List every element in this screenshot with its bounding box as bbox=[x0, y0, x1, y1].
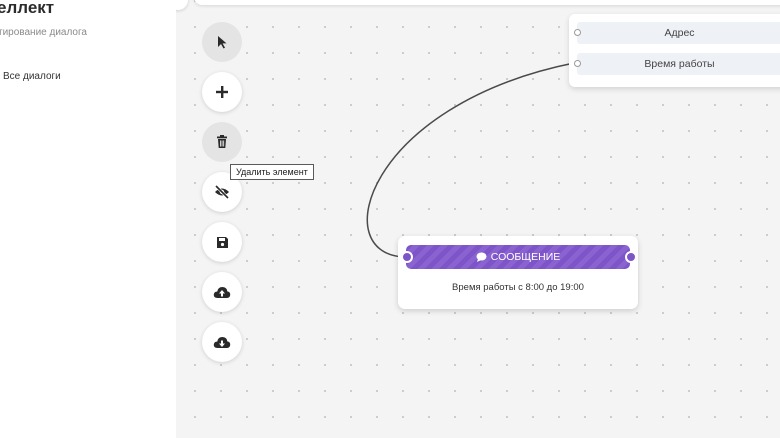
eye-slash-icon bbox=[214, 185, 230, 199]
field-port-address[interactable] bbox=[574, 29, 581, 36]
message-input-handle[interactable] bbox=[401, 251, 413, 263]
sidebar: еллект тирование диалога Все диалоги bbox=[0, 0, 176, 438]
top-panel bbox=[194, 0, 780, 5]
cursor-icon bbox=[218, 36, 227, 49]
brand-title: еллект bbox=[0, 0, 55, 17]
fields-node[interactable]: Адрес Время работы bbox=[569, 14, 780, 87]
select-tool-button[interactable] bbox=[202, 22, 242, 62]
field-row-hours[interactable]: Время работы bbox=[577, 53, 780, 75]
save-tool-button[interactable] bbox=[202, 222, 242, 262]
flow-canvas[interactable]: Удалить элемент Адрес Время работы СООБЩ… bbox=[176, 0, 780, 438]
field-row-address[interactable]: Адрес bbox=[577, 22, 780, 44]
message-node[interactable]: СООБЩЕНИЕ Время работы с 8:00 до 19:00 bbox=[398, 236, 638, 309]
upload-tool-button[interactable] bbox=[202, 272, 242, 312]
download-tool-button[interactable] bbox=[202, 322, 242, 362]
add-tool-button[interactable] bbox=[202, 72, 242, 112]
brand-subtitle: тирование диалога bbox=[0, 27, 87, 38]
cloud-download-icon bbox=[213, 336, 231, 348]
trash-icon bbox=[217, 135, 227, 148]
delete-tooltip: Удалить элемент bbox=[230, 164, 314, 180]
message-node-title: СООБЩЕНИЕ bbox=[490, 251, 561, 263]
plus-icon bbox=[216, 86, 228, 98]
cloud-upload-icon bbox=[213, 286, 231, 298]
delete-tool-button[interactable] bbox=[202, 122, 242, 162]
message-output-handle[interactable] bbox=[625, 251, 637, 263]
nav-item-all-dialogs[interactable]: Все диалоги bbox=[3, 71, 61, 82]
field-port-hours[interactable] bbox=[574, 60, 581, 67]
message-node-text: Время работы с 8:00 до 19:00 bbox=[452, 282, 584, 293]
chat-bubble-icon bbox=[476, 252, 487, 262]
message-node-header[interactable]: СООБЩЕНИЕ bbox=[406, 245, 630, 269]
save-icon bbox=[216, 236, 228, 248]
top-corner-handle bbox=[176, 0, 188, 10]
